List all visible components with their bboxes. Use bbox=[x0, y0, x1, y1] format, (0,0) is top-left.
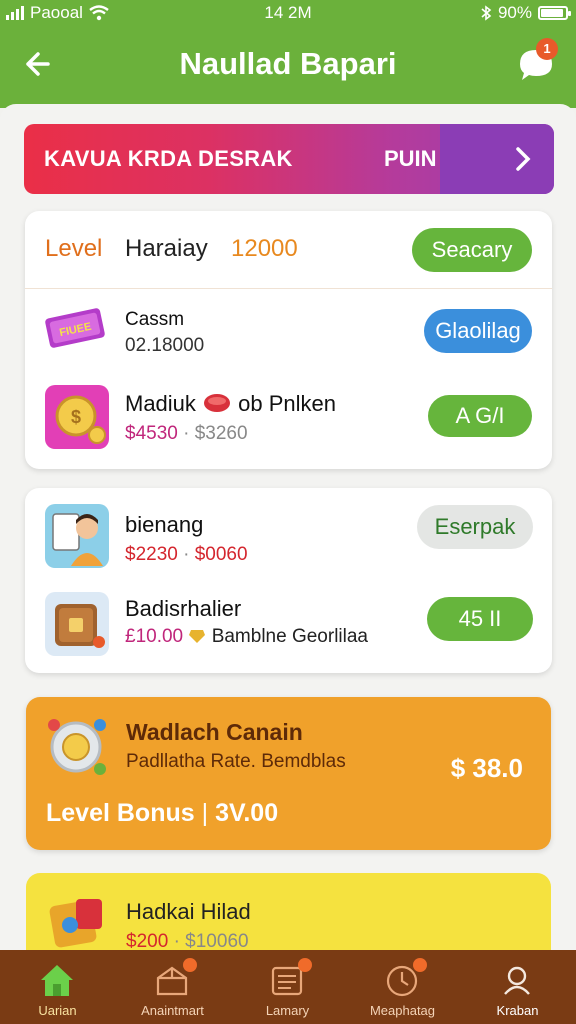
top-header: Paooal 14 2M 90% Naullad Bapari 1 bbox=[0, 0, 576, 108]
bluetooth-icon bbox=[481, 5, 492, 21]
offer-title: Hadkai Hilad bbox=[126, 899, 251, 924]
battery-icon bbox=[538, 6, 571, 20]
status-bar: Paooal 14 2M 90% bbox=[0, 0, 576, 26]
level-name: Haraiay bbox=[125, 235, 208, 262]
battery-percent: 90% bbox=[497, 3, 532, 22]
bottom-tab-bar: Uarian Anaintmart Lamary Meaphatag Kraba… bbox=[0, 950, 576, 1024]
tab-label: Kraban bbox=[496, 1003, 539, 1018]
tab-badge bbox=[413, 958, 427, 972]
item-prices: $4530 · $3260 bbox=[125, 423, 248, 444]
item-action-button[interactable]: 45 II bbox=[427, 597, 533, 641]
tab-label: Meaphatag bbox=[369, 1003, 436, 1018]
item-action-button[interactable]: Eserpak bbox=[417, 505, 533, 549]
promo-text: KAVUA KRDA DESRAK bbox=[44, 146, 293, 171]
level-row: Level Haraiay 12000 Seacary bbox=[25, 211, 552, 289]
item-action-button[interactable]: Glaolilag bbox=[424, 309, 532, 353]
level-bonus: Level Bonus | 3V.00 bbox=[46, 799, 279, 827]
item-action-button[interactable]: A G/I bbox=[428, 395, 532, 437]
promo-action[interactable]: PUIN bbox=[384, 146, 437, 172]
gem-icon bbox=[189, 630, 206, 643]
promo-banner[interactable]: KAVUA KRDA DESRAK PUIN bbox=[24, 124, 554, 194]
items-card: bienang $2230 · $0060 Eserpak Badisrhali… bbox=[25, 488, 552, 673]
person-icon bbox=[45, 504, 109, 568]
item-title: Madiuk ob Pnlken bbox=[125, 391, 337, 416]
item-sub: 02.18000 bbox=[125, 335, 205, 356]
chest-icon bbox=[45, 592, 109, 656]
tab-label: Lamary bbox=[265, 1003, 310, 1018]
gift-box-icon bbox=[49, 899, 102, 948]
coin-wheel-icon bbox=[48, 719, 106, 775]
tab-home[interactable]: Uarian bbox=[0, 950, 115, 1024]
reward-title: Wadlach Canain bbox=[126, 719, 303, 745]
item-name: bienang bbox=[125, 512, 204, 537]
tab-label: Uarian bbox=[38, 1003, 77, 1018]
tab-library[interactable]: Lamary bbox=[230, 950, 345, 1024]
home-icon bbox=[41, 965, 73, 996]
reward-amount: $ 38.0 bbox=[450, 753, 523, 783]
badge-icon bbox=[204, 394, 231, 412]
app-bar: Naullad Bapari 1 bbox=[0, 26, 576, 104]
chat-badge: 1 bbox=[536, 38, 558, 60]
chevron-right-icon[interactable] bbox=[512, 144, 534, 174]
reward-subtitle: Padllatha Rate. Bemdblas bbox=[126, 751, 346, 772]
tab-badge bbox=[183, 958, 197, 972]
profile-icon bbox=[504, 966, 530, 995]
tab-profile[interactable]: Kraban bbox=[460, 950, 575, 1024]
item-prices: $2230 · $0060 bbox=[125, 544, 248, 565]
tab-label: Anaintmart bbox=[141, 1003, 204, 1018]
ticket-icon: FIUEE bbox=[43, 303, 107, 367]
reward-card[interactable]: Wadlach Canain Padllatha Rate. Bemdblas … bbox=[26, 697, 551, 850]
item-name: Badisrhalier bbox=[125, 596, 242, 621]
coin-icon: $ bbox=[45, 385, 109, 449]
item-name: Cassm bbox=[125, 309, 185, 330]
level-action-button[interactable]: Seacary bbox=[412, 228, 532, 272]
page-title: Naullad Bapari bbox=[179, 46, 397, 81]
svg-text:$: $ bbox=[71, 407, 81, 427]
level-label: Level bbox=[45, 235, 103, 262]
tab-announcements[interactable]: Anaintmart bbox=[115, 950, 230, 1024]
item-prices: £10.00 Bamblne Georlilaa bbox=[125, 626, 368, 647]
tab-badge bbox=[298, 958, 312, 972]
tab-messages[interactable]: Meaphatag bbox=[345, 950, 460, 1024]
chat-button[interactable]: 1 bbox=[516, 38, 558, 84]
level-card: Level Haraiay 12000 Seacary FIUEE Cassm … bbox=[25, 211, 552, 469]
level-points: 12000 bbox=[231, 235, 298, 262]
